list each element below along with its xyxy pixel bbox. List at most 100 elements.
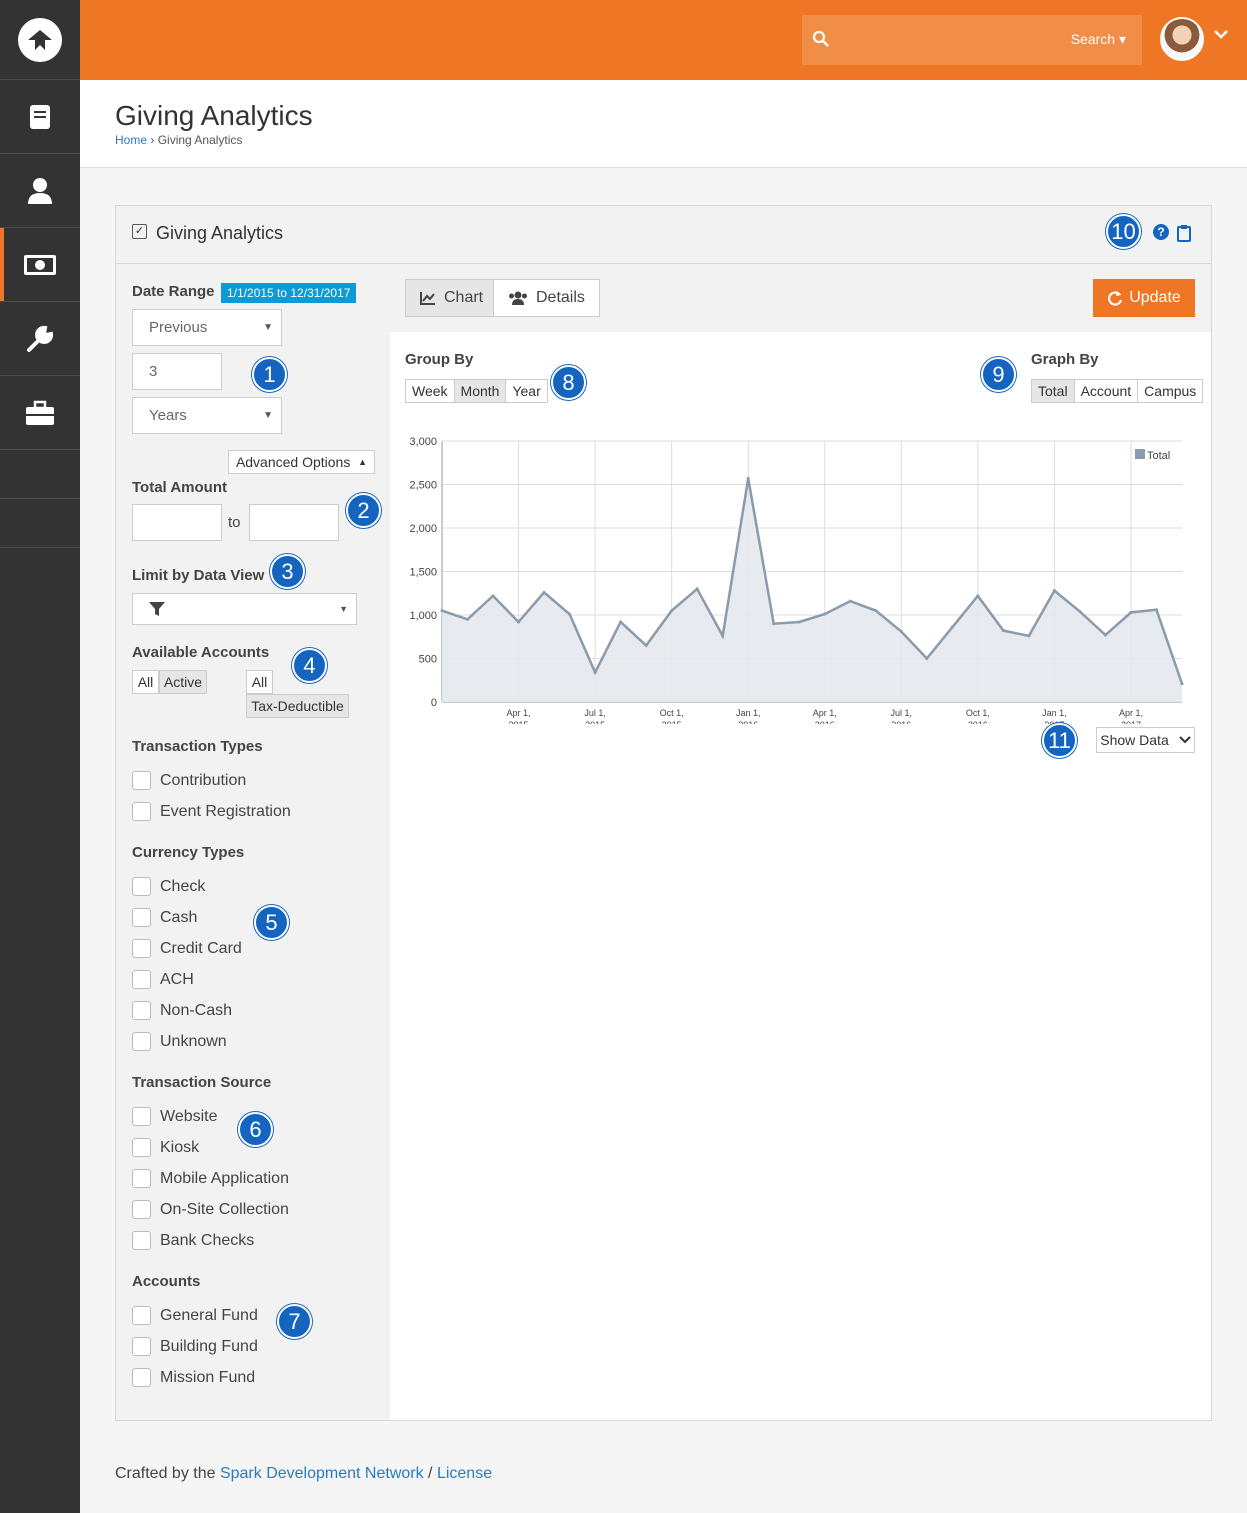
search-box[interactable]: Search ▾: [802, 15, 1142, 65]
checkbox-non-cash[interactable]: Non-Cash: [132, 1001, 232, 1020]
date-range-mode-select[interactable]: Previous ▼: [132, 309, 282, 346]
x-tick-label: Apr 1,: [813, 708, 837, 718]
checkbox[interactable]: [132, 908, 151, 927]
accounts-all-button[interactable]: All: [132, 670, 159, 694]
checkbox-icon: ✓: [132, 224, 147, 239]
sidebar-item-tools[interactable]: [0, 302, 80, 376]
tax-deductible-button[interactable]: Tax-Deductible: [246, 694, 349, 718]
sidebar-item-content[interactable]: [0, 80, 80, 154]
book-icon: [30, 104, 50, 129]
callout-1: 1: [252, 357, 287, 392]
date-range-badge: 1/1/2015 to 12/31/2017: [221, 283, 357, 303]
avatar[interactable]: [1160, 17, 1204, 61]
callout-4: 4: [292, 648, 327, 683]
sidebar: [0, 0, 80, 1513]
clipboard-icon[interactable]: [1177, 224, 1191, 242]
date-range-unit-select[interactable]: Years ▼: [132, 397, 282, 434]
checkbox-mobile-application[interactable]: Mobile Application: [132, 1169, 289, 1188]
checkbox[interactable]: [132, 771, 151, 790]
chevron-down-icon[interactable]: [1213, 28, 1229, 40]
checkbox[interactable]: [132, 1306, 151, 1325]
data-point: [721, 634, 725, 638]
search-type-dropdown[interactable]: Search ▾: [1071, 31, 1126, 48]
y-tick-label: 0: [431, 697, 437, 709]
callout-10: 10: [1106, 214, 1141, 249]
footer-license-link[interactable]: License: [437, 1465, 492, 1482]
checkbox-contribution[interactable]: Contribution: [132, 771, 246, 790]
checkbox-general-fund[interactable]: General Fund: [132, 1306, 258, 1325]
currency-types-label: Currency Types: [132, 844, 245, 861]
tab-details[interactable]: Details: [493, 279, 600, 317]
data-point: [491, 594, 495, 598]
graph-by-account[interactable]: Account: [1074, 380, 1139, 402]
data-point: [593, 670, 597, 674]
x-tick-label: 2015: [662, 720, 682, 724]
transaction-types-label: Transaction Types: [132, 738, 263, 755]
data-point: [1001, 629, 1005, 633]
checkbox-ach[interactable]: ACH: [132, 970, 194, 989]
data-point: [1078, 610, 1082, 614]
footer-spark-link[interactable]: Spark Development Network: [220, 1465, 424, 1482]
show-data-button[interactable]: Show Data: [1096, 727, 1195, 753]
data-view-select[interactable]: ▼: [132, 593, 357, 625]
data-point: [1180, 682, 1184, 686]
checkbox[interactable]: [132, 877, 151, 896]
sidebar-item-admin[interactable]: [0, 376, 80, 450]
checkbox-building-fund[interactable]: Building Fund: [132, 1337, 258, 1356]
callout-9: 9: [981, 357, 1016, 392]
advanced-options-button[interactable]: Advanced Options ▲: [228, 450, 375, 474]
group-by-month[interactable]: Month: [454, 380, 507, 402]
rock-logo[interactable]: [0, 0, 80, 80]
filter-icon: [149, 602, 165, 616]
data-point: [1103, 633, 1107, 637]
checkbox[interactable]: [132, 1001, 151, 1020]
checkbox[interactable]: [132, 1169, 151, 1188]
checkbox-website[interactable]: Website: [132, 1107, 218, 1126]
tab-chart[interactable]: Chart: [405, 279, 499, 317]
checkbox[interactable]: [132, 1138, 151, 1157]
total-amount-min-input[interactable]: [132, 504, 222, 541]
checkbox-mission-fund[interactable]: Mission Fund: [132, 1368, 255, 1387]
tax-all-button[interactable]: All: [246, 670, 273, 694]
checkbox-kiosk[interactable]: Kiosk: [132, 1138, 199, 1157]
total-amount-max-input[interactable]: [249, 504, 339, 541]
x-tick-label: Apr 1,: [1119, 708, 1143, 718]
sidebar-item-people[interactable]: [0, 154, 80, 228]
checkbox-bank-checks[interactable]: Bank Checks: [132, 1231, 254, 1250]
group-by-year[interactable]: Year: [506, 380, 547, 402]
y-tick-label: 2,500: [409, 480, 437, 492]
checkbox[interactable]: [132, 1032, 151, 1051]
breadcrumb-separator: ›: [150, 133, 155, 147]
update-button[interactable]: Update: [1093, 279, 1195, 317]
total-amount-label: Total Amount: [132, 479, 227, 496]
graph-by-campus[interactable]: Campus: [1138, 380, 1203, 402]
checkbox[interactable]: [132, 1107, 151, 1126]
accounts-label: Accounts: [132, 1273, 201, 1290]
sidebar-item-finance[interactable]: [0, 228, 80, 302]
checkbox[interactable]: [132, 1337, 151, 1356]
checkbox[interactable]: [132, 970, 151, 989]
users-icon: [509, 291, 527, 305]
checkbox[interactable]: [132, 1231, 151, 1250]
help-icon[interactable]: ?: [1152, 223, 1170, 241]
checkbox[interactable]: [132, 802, 151, 821]
checkbox-event-registration[interactable]: Event Registration: [132, 802, 291, 821]
group-by-toggle: Week Month Year: [405, 379, 548, 403]
checkbox-unknown[interactable]: Unknown: [132, 1032, 227, 1051]
graph-by-label: Graph By: [1031, 351, 1099, 368]
chart-column: Chart Details Update Group By Week Month…: [390, 264, 1211, 1420]
x-tick-label: 2016: [738, 720, 758, 724]
checkbox-credit-card[interactable]: Credit Card: [132, 939, 242, 958]
graph-by-total[interactable]: Total: [1032, 380, 1075, 402]
group-by-week[interactable]: Week: [406, 380, 455, 402]
checkbox-check[interactable]: Check: [132, 877, 205, 896]
accounts-active-button[interactable]: Active: [159, 670, 207, 694]
callout-11: 11: [1042, 723, 1077, 758]
checkbox[interactable]: [132, 1200, 151, 1219]
date-range-count-input[interactable]: 3: [132, 353, 222, 390]
checkbox-cash[interactable]: Cash: [132, 908, 197, 927]
breadcrumb-home[interactable]: Home: [115, 133, 147, 147]
checkbox[interactable]: [132, 939, 151, 958]
checkbox[interactable]: [132, 1368, 151, 1387]
checkbox-on-site-collection[interactable]: On-Site Collection: [132, 1200, 289, 1219]
